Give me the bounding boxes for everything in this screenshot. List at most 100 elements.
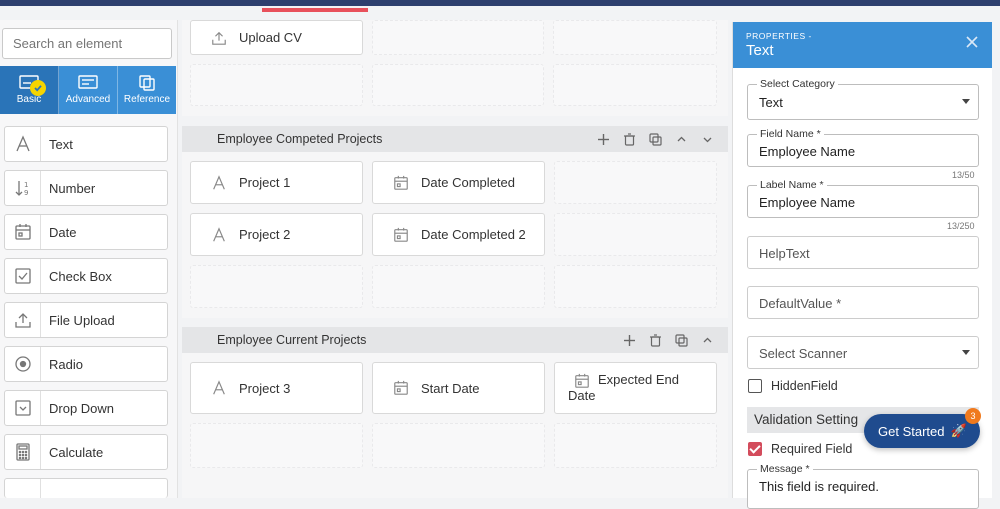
label-name-value: Employee Name	[759, 195, 856, 210]
field-label: Expected End Date	[568, 372, 679, 403]
upload-icon	[5, 303, 41, 337]
more-element-icon	[5, 479, 41, 498]
field-start-date[interactable]: Start Date	[372, 362, 545, 414]
field-project-2[interactable]: Project 2	[190, 213, 363, 256]
selected-check-icon	[30, 80, 46, 96]
helptext-input[interactable]: HelpText	[747, 236, 979, 269]
calendar-icon	[389, 379, 413, 397]
select-category-value: Text	[759, 95, 783, 110]
copy-icon[interactable]	[674, 333, 688, 347]
empty-slot[interactable]	[553, 64, 717, 106]
empty-slot[interactable]	[372, 20, 544, 55]
field-label: Project 3	[239, 380, 291, 396]
sidebar-item-label: Drop Down	[49, 400, 115, 416]
select-category-dropdown[interactable]: Select Category Text	[747, 78, 979, 120]
sidebar-item-radio[interactable]: Radio	[4, 346, 168, 382]
search-element-input[interactable]	[2, 28, 172, 59]
active-tab-indicator	[262, 8, 368, 12]
text-a-icon	[207, 379, 231, 397]
field-project-3[interactable]: Project 3	[190, 362, 363, 414]
add-icon[interactable]	[622, 333, 636, 347]
field-project-1[interactable]: Project 1	[190, 161, 363, 204]
tab-basic[interactable]: Basic	[0, 66, 59, 114]
label-name-input[interactable]: Label Name * Employee Name	[747, 179, 979, 218]
field-caption: Field Name *	[757, 128, 824, 140]
tab-reference[interactable]: Reference	[118, 66, 176, 114]
message-input[interactable]: Message * This field is required.	[747, 463, 979, 509]
empty-slot[interactable]	[190, 265, 363, 308]
field-caption: Select Category	[757, 78, 838, 90]
field-date-completed[interactable]: Date Completed	[372, 161, 545, 204]
field-label: Upload CV	[239, 30, 302, 45]
empty-slot[interactable]	[554, 423, 717, 468]
chevron-down-icon[interactable]	[700, 132, 714, 146]
message-value: This field is required.	[759, 479, 879, 494]
sidebar-item-text[interactable]: Text	[4, 126, 168, 162]
empty-slot[interactable]	[554, 161, 717, 204]
field-label: Project 1	[239, 175, 291, 190]
properties-subtitle: PROPERTIES -	[746, 31, 812, 41]
text-a-icon	[5, 127, 41, 161]
sidebar-item-date[interactable]: Date	[4, 214, 168, 250]
sidebar-item-label: Text	[49, 136, 73, 152]
empty-slot[interactable]	[372, 423, 545, 468]
section-header[interactable]: Employee Current Projects	[182, 327, 728, 353]
empty-slot[interactable]	[372, 265, 545, 308]
get-started-button[interactable]: Get Started 🚀	[864, 414, 980, 448]
empty-slot[interactable]	[554, 213, 717, 256]
sidebar-item-number[interactable]: 19 Number	[4, 170, 168, 206]
hidden-field-checkbox[interactable]	[748, 379, 762, 393]
select-scanner-dropdown[interactable]: Select Scanner	[747, 336, 979, 369]
svg-text:1: 1	[24, 181, 28, 189]
form-canvas: Upload CV Employee Competed Projects Pro…	[178, 20, 730, 498]
empty-slot[interactable]	[190, 64, 363, 106]
calendar-icon	[389, 226, 413, 244]
sidebar-item-dropdown[interactable]: Drop Down	[4, 390, 168, 426]
field-label: Start Date	[421, 380, 480, 396]
sidebar-item-label: Radio	[49, 356, 83, 372]
copy-icon[interactable]	[648, 132, 662, 146]
required-field-checkbox[interactable]	[748, 442, 762, 456]
svg-text:9: 9	[24, 189, 28, 197]
add-icon[interactable]	[596, 132, 610, 146]
field-expected-end-date[interactable]: Expected End Date	[554, 362, 717, 414]
field-caption: Message *	[757, 463, 813, 475]
close-icon[interactable]	[964, 34, 980, 50]
sidebar-item-partial[interactable]	[4, 478, 168, 498]
empty-slot[interactable]	[372, 64, 544, 106]
required-field-label: Required Field	[771, 442, 853, 456]
empty-slot[interactable]	[554, 265, 717, 308]
sidebar-item-calculate[interactable]: Calculate	[4, 434, 168, 470]
field-caption: Label Name *	[757, 179, 827, 191]
delete-icon[interactable]	[622, 132, 636, 146]
caret-down-icon	[962, 349, 970, 355]
sidebar-item-checkbox[interactable]: Check Box	[4, 258, 168, 294]
chevron-up-icon[interactable]	[674, 132, 688, 146]
field-label: Date Completed 2	[421, 227, 526, 242]
sidebar-item-file-upload[interactable]: File Upload	[4, 302, 168, 338]
select-scanner-value: Select Scanner	[759, 346, 848, 361]
tab-advanced[interactable]: Advanced	[59, 66, 118, 114]
delete-icon[interactable]	[648, 333, 662, 347]
calendar-icon	[5, 215, 41, 249]
field-date-completed-2[interactable]: Date Completed 2	[372, 213, 545, 256]
empty-slot[interactable]	[553, 20, 717, 55]
dropdown-icon	[5, 391, 41, 425]
field-label: Project 2	[239, 227, 291, 242]
section-title: Employee Current Projects	[217, 333, 367, 347]
number-sort-icon: 19	[5, 171, 41, 205]
field-upload-cv[interactable]: Upload CV	[190, 20, 363, 55]
field-name-input[interactable]: Field Name * Employee Name	[747, 128, 979, 167]
section-header[interactable]: Employee Competed Projects	[182, 126, 728, 152]
helptext-placeholder: HelpText	[759, 246, 810, 261]
checkbox-icon	[5, 259, 41, 293]
properties-header: PROPERTIES - Text	[733, 22, 992, 68]
sidebar-item-label: Number	[49, 180, 96, 196]
chevron-up-icon[interactable]	[700, 333, 714, 347]
default-value-input[interactable]: DefaultValue *	[747, 286, 979, 319]
upload-icon	[207, 29, 231, 47]
tab-advanced-label: Advanced	[65, 94, 111, 105]
empty-slot[interactable]	[190, 423, 363, 468]
calendar-icon	[389, 174, 413, 192]
calculator-icon	[5, 435, 41, 469]
